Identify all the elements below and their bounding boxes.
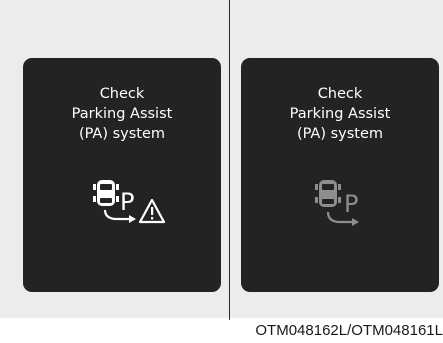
parking-assist-warning-icon: P bbox=[93, 180, 166, 224]
parking-letter: P bbox=[344, 190, 358, 218]
car-icon bbox=[93, 180, 119, 206]
cluster-display-left: Check Parking Assist (PA) system P bbox=[23, 58, 221, 292]
car-icon bbox=[315, 180, 341, 207]
parking-letter: P bbox=[120, 188, 134, 216]
figure-caption: OTM048162L/OTM048161L bbox=[255, 322, 443, 339]
parking-assist-inactive-icon: P bbox=[315, 180, 359, 226]
warning-triangle-icon bbox=[138, 198, 166, 224]
cluster-display-right: Check Parking Assist (PA) system P bbox=[241, 58, 439, 292]
figure-divider bbox=[229, 0, 230, 320]
